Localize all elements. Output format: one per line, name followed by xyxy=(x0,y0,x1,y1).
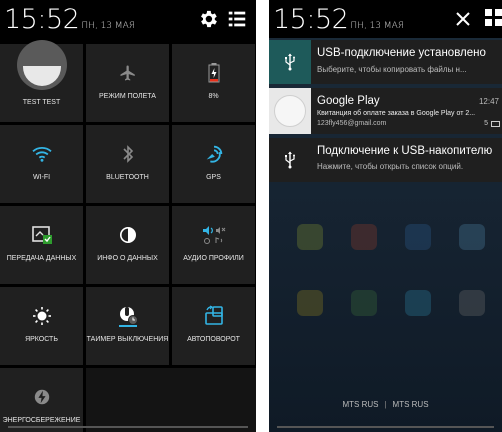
carrier-2: MTS RUS xyxy=(392,400,429,409)
status-date: ПН, 13 МАЯ xyxy=(81,21,136,31)
tile-label: ЯРКОСТЬ xyxy=(25,336,58,343)
tile-user[interactable]: TEST TEST xyxy=(0,40,83,122)
carrier-separator: | xyxy=(384,400,387,409)
tile-data-usage[interactable]: ИНФО О ДАННЫХ xyxy=(86,206,169,284)
tile-wifi[interactable]: WI-FI xyxy=(0,125,83,203)
carrier-1: MTS RUS xyxy=(342,400,379,409)
notification-title: Подключение к USB-накопителю xyxy=(317,145,493,157)
wifi-icon xyxy=(0,142,83,166)
airplane-icon xyxy=(86,61,169,85)
drag-handle[interactable] xyxy=(8,426,248,428)
tile-label: ЭНЕРГОСБЕРЕЖЕНИЕ xyxy=(2,417,81,424)
homescreen-ghost-icon xyxy=(459,224,485,250)
homescreen-ghost-icon xyxy=(459,290,485,316)
notification-google-play[interactable]: Google Play 12:47 Квитанция об оплате за… xyxy=(269,88,502,134)
tile-label: WI-FI xyxy=(32,174,51,181)
tile-gps[interactable]: GPS xyxy=(172,125,255,203)
notification-time: 12:47 xyxy=(478,97,499,106)
notification-account: 123fly456@gmail.com xyxy=(317,120,387,127)
tile-power-saver[interactable]: ЭНЕРГОСБЕРЕЖЕНИЕ xyxy=(0,368,83,432)
drag-handle[interactable] xyxy=(277,426,494,428)
tile-data-transfer[interactable]: ПЕРЕДАЧА ДАННЫХ xyxy=(0,206,83,284)
empty-tile-area xyxy=(86,368,256,432)
homescreen-ghost-icon xyxy=(297,224,323,250)
tile-label: ТАЙМЕР ВЫКЛЮЧЕНИЯ xyxy=(86,336,169,343)
power-saver-icon xyxy=(0,385,83,409)
notification-title: Google Play xyxy=(317,95,380,107)
tile-auto-rotate[interactable]: АВТОПОВОРОТ xyxy=(172,287,255,365)
status-time: 15:52 ПН, 13 МАЯ xyxy=(273,4,405,35)
tile-battery[interactable]: 8% xyxy=(172,44,255,122)
homescreen-ghost-icon xyxy=(297,290,323,316)
tile-label: АУДИО ПРОФИЛИ xyxy=(183,255,244,262)
notification-title: USB-подключение установлено xyxy=(317,47,486,59)
list-icon[interactable] xyxy=(226,8,248,30)
close-icon[interactable] xyxy=(454,10,472,28)
usb-icon xyxy=(269,40,311,84)
tile-sleep-timer[interactable]: ТАЙМЕР ВЫКЛЮЧЕНИЯ xyxy=(86,287,169,365)
tile-brightness[interactable]: ЯРКОСТЬ xyxy=(0,287,83,365)
homescreen-ghost-icon xyxy=(351,290,377,316)
rotate-icon xyxy=(172,304,255,328)
carrier-label: MTS RUS | MTS RUS xyxy=(269,400,502,409)
tile-airplane-mode[interactable]: РЕЖИМ ПОЛЕТА xyxy=(86,44,169,122)
battery-icon xyxy=(172,61,255,85)
data-usage-icon xyxy=(86,223,169,247)
notification-subtitle: Квитанция об оплате заказа в Google Play… xyxy=(317,110,476,117)
sleep-timer-icon xyxy=(86,304,169,328)
notifications-panel: 15:52 ПН, 13 МАЯ USB-подключение установл… xyxy=(269,0,502,432)
gear-icon[interactable] xyxy=(197,8,219,30)
status-time: 15:52 ПН, 13 МАЯ xyxy=(4,4,136,35)
data-transfer-icon xyxy=(0,223,83,247)
tile-label: BLUETOOTH xyxy=(106,174,149,181)
homescreen-ghost-icon xyxy=(351,224,377,250)
grid-icon[interactable] xyxy=(484,8,502,28)
tile-label: GPS xyxy=(206,174,221,181)
homescreen-ghost-icon xyxy=(405,290,431,316)
tile-label: РЕЖИМ ПОЛЕТА xyxy=(99,93,156,100)
notification-count: 5 xyxy=(484,120,488,127)
avatar-icon xyxy=(17,40,67,90)
tile-label: 8% xyxy=(208,93,219,100)
mail-icon xyxy=(491,121,500,127)
brightness-icon xyxy=(0,304,83,328)
quick-settings-panel: 15:52 ПН, 13 МАЯ TEST TEST РЕЖИМ ПОЛЕТА 8… xyxy=(0,0,256,432)
google-play-icon xyxy=(269,88,311,134)
notification-subtitle: Выберите, чтобы копировать файлы н... xyxy=(317,65,467,74)
usb-icon xyxy=(269,138,311,182)
status-date: ПН, 13 МАЯ xyxy=(350,21,405,31)
tile-label: АВТОПОВОРОТ xyxy=(187,336,240,343)
notification-subtitle: Нажмите, чтобы открыть список опций. xyxy=(317,162,464,171)
notification-usb-storage[interactable]: Подключение к USB-накопителю Нажмите, чт… xyxy=(269,138,502,182)
audio-profile-icon xyxy=(172,223,255,247)
tile-bluetooth[interactable]: BLUETOOTH xyxy=(86,125,169,203)
tile-audio-profiles[interactable]: АУДИО ПРОФИЛИ xyxy=(172,206,255,284)
tile-label: ПЕРЕДАЧА ДАННЫХ xyxy=(6,255,77,262)
tile-label: TEST TEST xyxy=(22,99,61,106)
bluetooth-icon xyxy=(86,142,169,166)
gps-icon xyxy=(172,142,255,166)
notification-usb-connected[interactable]: USB-подключение установлено Выберите, чт… xyxy=(269,40,502,84)
tile-label: ИНФО О ДАННЫХ xyxy=(97,255,158,262)
homescreen-ghost-icon xyxy=(405,224,431,250)
